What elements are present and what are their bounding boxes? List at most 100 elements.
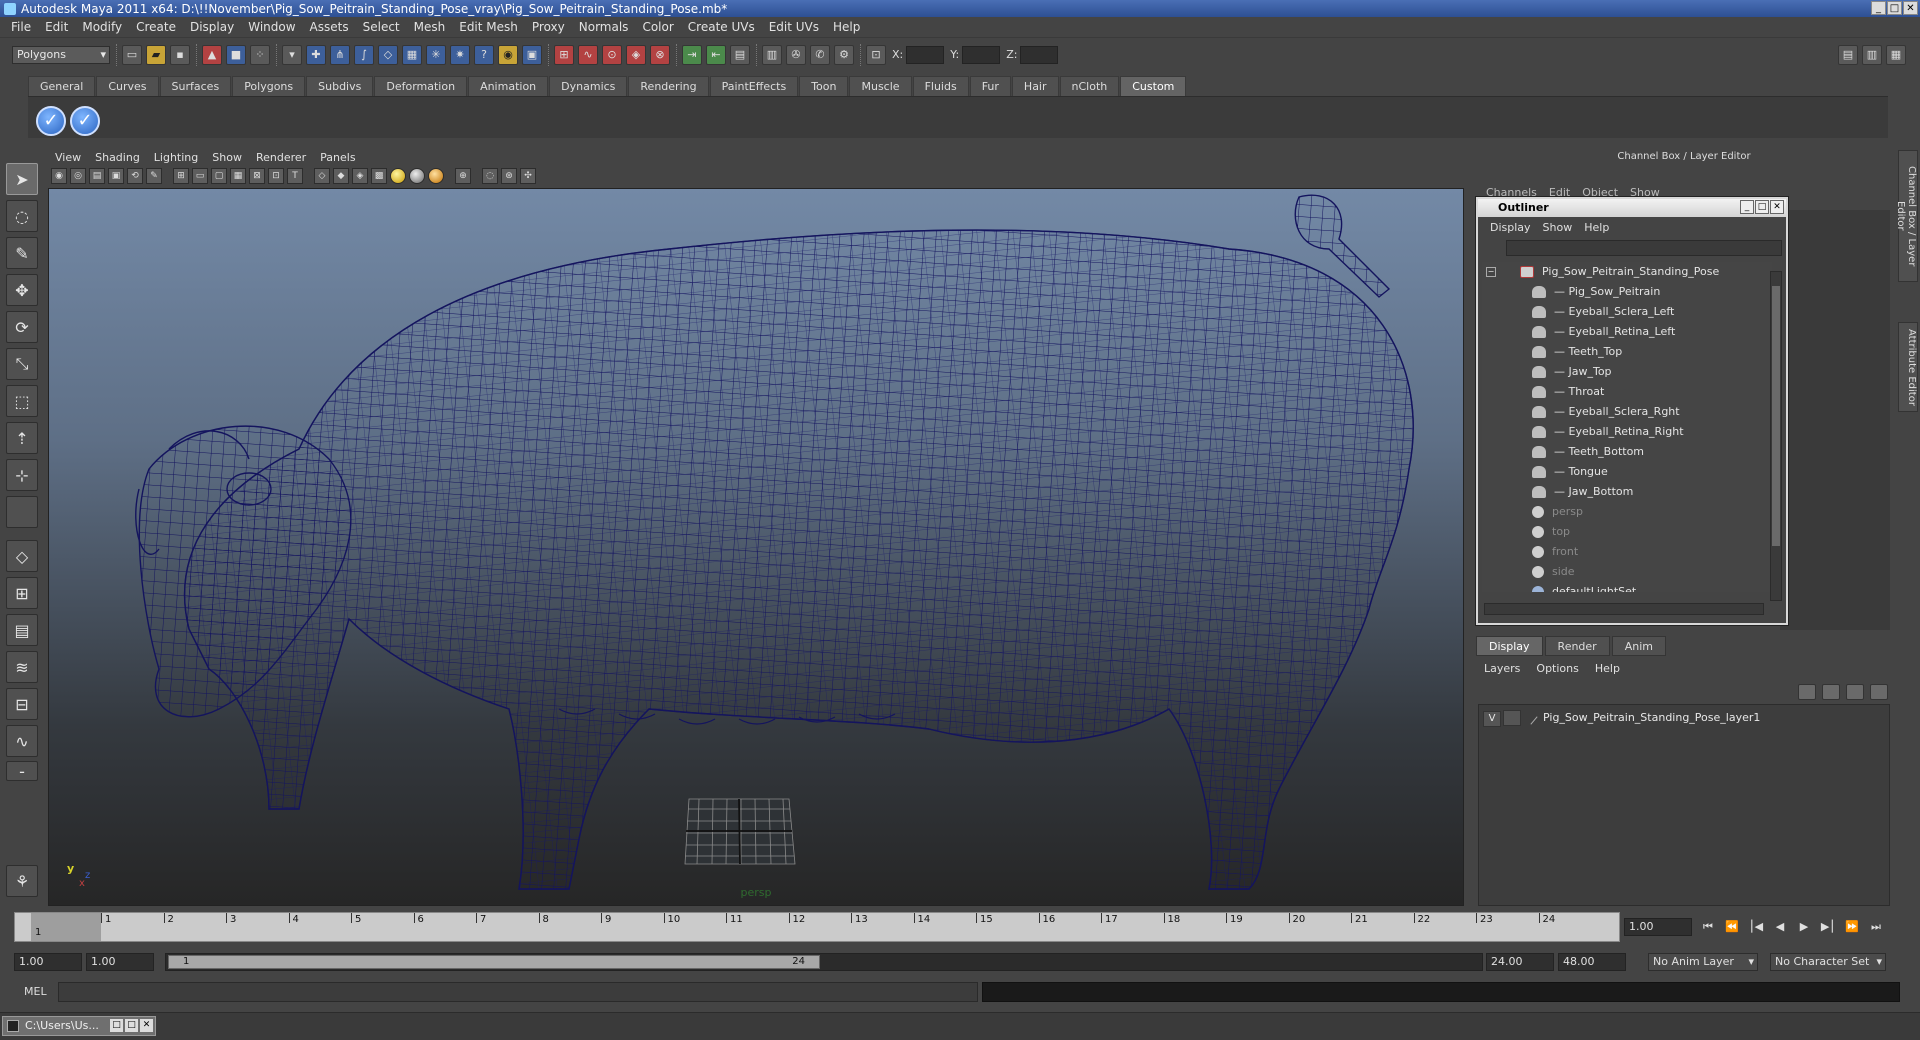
panel-menu-shading[interactable]: Shading	[88, 151, 147, 164]
outliner-item[interactable]: — Throat	[1532, 382, 1604, 402]
layer-display-type-toggle[interactable]	[1503, 710, 1521, 726]
open-scene-icon[interactable]: ▰	[146, 44, 166, 65]
menu-window[interactable]: Window	[241, 17, 302, 37]
xray-icon[interactable]: ◌	[482, 168, 498, 184]
field-chart-icon[interactable]: ⊠	[249, 168, 265, 184]
new-layer-icon[interactable]	[1846, 684, 1864, 700]
snap-view-plane-icon[interactable]: ◈	[626, 44, 646, 65]
range-slider-handle[interactable]: 1 24	[168, 955, 820, 969]
range-slider[interactable]: 1 24	[165, 953, 1483, 971]
shelf-tab-fur[interactable]: Fur	[969, 76, 1011, 96]
go-to-start-icon[interactable]: ⏮	[1698, 918, 1718, 936]
select-object-icon[interactable]: ■	[226, 44, 246, 65]
layer-tab-render[interactable]: Render	[1544, 636, 1610, 656]
select-rendering-icon[interactable]: ✷	[450, 44, 470, 65]
lasso-tool-icon[interactable]: ◌	[6, 200, 38, 232]
move-tool-icon[interactable]: ✥	[6, 274, 38, 306]
use-default-lighting-icon[interactable]	[390, 168, 406, 184]
menu-display[interactable]: Display	[183, 17, 241, 37]
select-deformations-icon[interactable]: ▦	[402, 44, 422, 65]
paint-select-tool-icon[interactable]: ✎	[6, 237, 38, 269]
play-forwards-icon[interactable]: ▶	[1794, 918, 1814, 936]
layer-menu-help[interactable]: Help	[1587, 662, 1628, 675]
safe-action-icon[interactable]: ⊡	[268, 168, 284, 184]
render-view-icon[interactable]: ▥	[762, 44, 782, 65]
select-joints-icon[interactable]: ⋔	[330, 44, 350, 65]
snap-curve-icon[interactable]: ∿	[578, 44, 598, 65]
shelf-tab-rendering[interactable]: Rendering	[628, 76, 709, 96]
layer-tab-display[interactable]: Display	[1476, 636, 1543, 656]
xray-joints-icon[interactable]: ⊛	[501, 168, 517, 184]
camera-attributes-icon[interactable]: ◎	[70, 168, 86, 184]
maximize-button[interactable]: □	[1887, 1, 1902, 15]
shelf-tab-custom[interactable]: Custom	[1120, 76, 1187, 96]
outliner-camera-item[interactable]: front	[1532, 542, 1578, 562]
playback-start-field[interactable]: 1.00	[86, 953, 154, 971]
minimize-button[interactable]: _	[1871, 1, 1886, 15]
outliner-menu-help[interactable]: Help	[1578, 221, 1615, 234]
close-icon[interactable]: ✕	[140, 1019, 153, 1032]
layer-tab-anim[interactable]: Anim	[1611, 636, 1666, 656]
menu-set-dropdown[interactable]: Polygons	[12, 45, 110, 64]
toggle-tool-settings-icon[interactable]: ▥	[1862, 44, 1882, 65]
outliner-item[interactable]: — Jaw_Bottom	[1532, 482, 1633, 502]
wireframe-on-shaded-icon[interactable]: ◈	[352, 168, 368, 184]
select-filter-icon[interactable]: ▾	[282, 44, 302, 65]
animation-start-field[interactable]: 1.00	[14, 953, 82, 971]
image-plane-icon[interactable]: ▣	[108, 168, 124, 184]
restore-icon[interactable]: □	[110, 1019, 123, 1032]
smooth-shade-icon[interactable]: ◆	[333, 168, 349, 184]
menu-create-uvs[interactable]: Create UVs	[681, 17, 762, 37]
shelf-tab-animation[interactable]: Animation	[468, 76, 549, 96]
select-tool-icon[interactable]: ➤	[6, 163, 38, 195]
select-misc-icon[interactable]: ?	[474, 44, 494, 65]
hypershade-persp-layout-icon[interactable]: ⊟	[6, 688, 38, 720]
shelf-tab-dynamics[interactable]: Dynamics	[549, 76, 628, 96]
shadows-icon[interactable]	[428, 168, 444, 184]
select-hierarchy-icon[interactable]: ▲	[202, 44, 222, 65]
toggle-attribute-editor-icon[interactable]: ▤	[1838, 44, 1858, 65]
render-current-frame-icon[interactable]: ✇	[786, 44, 806, 65]
menu-file[interactable]: File	[4, 17, 38, 37]
step-forward-key-icon[interactable]: ⏩	[1842, 918, 1862, 936]
layer-row[interactable]: V Pig_Sow_Peitrain_Standing_Pose_layer1	[1483, 709, 1760, 727]
hud-icon[interactable]: ✣	[520, 168, 536, 184]
shelf-tab-ncloth[interactable]: nCloth	[1059, 76, 1120, 96]
outliner-menu-display[interactable]: Display	[1484, 221, 1537, 234]
new-layer-from-selection-icon[interactable]	[1870, 684, 1888, 700]
outliner-item[interactable]: — Teeth_Top	[1532, 342, 1622, 362]
channel-box-area[interactable]	[1780, 210, 1890, 630]
select-camera-icon[interactable]: ◉	[51, 168, 67, 184]
shelf-tab-surfaces[interactable]: Surfaces	[159, 76, 232, 96]
outliner-maximize-button[interactable]: □	[1755, 200, 1769, 214]
2d-pan-zoom-icon[interactable]: ⟲	[127, 168, 143, 184]
menu-color[interactable]: Color	[635, 17, 680, 37]
outliner-camera-item[interactable]: persp	[1532, 502, 1583, 522]
layer-menu-layers[interactable]: Layers	[1476, 662, 1528, 675]
graph-persp-layout-icon[interactable]: ≋	[6, 651, 38, 683]
outliner-close-button[interactable]: ✕	[1770, 200, 1784, 214]
play-backwards-icon[interactable]: ◀	[1770, 918, 1790, 936]
single-pane-layout-icon[interactable]: ◇	[6, 540, 38, 572]
select-handles-icon[interactable]: ✚	[306, 44, 326, 65]
checkmark-icon[interactable]: ✓	[36, 105, 66, 136]
layer-menu-options[interactable]: Options	[1528, 662, 1586, 675]
menu-normals[interactable]: Normals	[572, 17, 636, 37]
menu-edit[interactable]: Edit	[38, 17, 75, 37]
menu-edit-uvs[interactable]: Edit UVs	[762, 17, 826, 37]
four-pane-layout-icon[interactable]: ⊞	[6, 577, 38, 609]
ipr-render-icon[interactable]: ✆	[810, 44, 830, 65]
move-layer-up-icon[interactable]	[1798, 684, 1816, 700]
construction-history-icon[interactable]: ▤	[730, 44, 750, 65]
select-component-icon[interactable]: ⁘	[250, 44, 270, 65]
shelf-tab-hair[interactable]: Hair	[1011, 76, 1059, 96]
shelf-tab-muscle[interactable]: Muscle	[849, 76, 912, 96]
minimized-window-button[interactable]: C:\Users\Us... □ □ ✕	[2, 1016, 156, 1036]
menu-assets[interactable]: Assets	[303, 17, 356, 37]
attribute-editor-side-tab[interactable]: Attribute Editor	[1898, 322, 1918, 412]
make-live-icon[interactable]: ⊗	[650, 44, 670, 65]
render-settings-icon[interactable]: ⚙	[834, 44, 854, 65]
outliner-item[interactable]: — Eyeball_Retina_Left	[1532, 322, 1675, 342]
soft-mod-tool-icon[interactable]: ⇡	[6, 422, 38, 454]
outliner-menu-show[interactable]: Show	[1537, 221, 1579, 234]
